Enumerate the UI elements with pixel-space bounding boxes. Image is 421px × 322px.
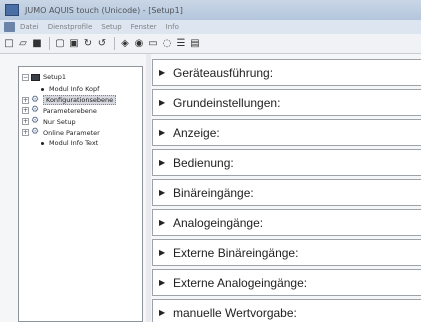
tree-item-label: Modul Info Kopf <box>49 85 100 93</box>
expand-arrow-icon: ▶ <box>159 277 166 287</box>
group-label: Anzeige: <box>173 125 220 140</box>
tree-root[interactable]: − Setup1 <box>22 73 66 81</box>
group-header-geraeteausfuehrung[interactable]: ▶ Geräteausführung: <box>152 59 421 86</box>
window-title: JUMO AQUIS touch (Unicode) - [Setup1] <box>25 5 183 15</box>
toolbar-separator <box>114 37 115 50</box>
open-folder-icon[interactable]: ▱ <box>17 38 29 50</box>
group-header-externe-binaereingaenge[interactable]: ▶ Externe Binäreingänge: <box>152 239 421 266</box>
group-label: Analogeingänge: <box>173 215 264 230</box>
group-header-manuelle-wertvorgabe[interactable]: ▶ manuelle Wertvorgabe: <box>152 299 421 322</box>
group-header-bedienung[interactable]: ▶ Bedienung: <box>152 149 421 176</box>
menu-fenster[interactable]: Fenster <box>131 23 157 31</box>
group-label: Externe Analogeingänge: <box>173 275 308 290</box>
expand-arrow-icon: ▶ <box>159 97 166 107</box>
expand-icon[interactable]: + <box>22 107 29 114</box>
expand-arrow-icon: ▶ <box>159 187 166 197</box>
transfer-to-device-icon[interactable]: ↻ <box>82 38 94 50</box>
group-label: Bedienung: <box>173 155 234 170</box>
group-header-analogeingaenge[interactable]: ▶ Analogeingänge: <box>152 209 421 236</box>
tree-item-nur-setup[interactable]: + ⚙ Nur Setup <box>22 117 76 126</box>
expand-icon[interactable]: + <box>22 96 29 104</box>
tree-item-label: Parameterebene <box>43 106 97 115</box>
group-label: Binäreingänge: <box>173 185 254 200</box>
collapse-icon[interactable]: − <box>22 73 29 81</box>
expand-arrow-icon: ▶ <box>159 217 166 227</box>
tree-item-label: Nur Setup <box>43 117 76 126</box>
tree-item-label: Modul Info Text <box>49 139 99 147</box>
tree-item-label: Konfigurationsebene <box>43 95 117 105</box>
tree-item-konfigurationsebene[interactable]: + ⚙ Konfigurationsebene <box>22 94 117 105</box>
bullet-icon <box>41 141 44 145</box>
parameter-groups-pane: ▶ Geräteausführung: ▶ Grundeinstellungen… <box>152 54 421 322</box>
save-icon[interactable]: ■ <box>31 38 43 50</box>
expand-arrow-icon: ▶ <box>159 247 166 257</box>
new-document-icon[interactable]: □ <box>3 38 15 50</box>
expand-icon[interactable]: + <box>22 129 29 136</box>
group-header-externe-analogeingaenge[interactable]: ▶ Externe Analogeingänge: <box>152 269 421 296</box>
expand-arrow-icon: ▶ <box>159 127 166 137</box>
tile-windows-icon[interactable]: ☰ <box>175 38 187 50</box>
tree-item-label: Online Parameter <box>43 128 100 137</box>
print-preview-icon[interactable]: ▢ <box>54 38 66 50</box>
settings-icon[interactable]: ◌ <box>161 38 173 50</box>
gear-icon: ⚙ <box>31 94 40 105</box>
tree-item-modul-info-text[interactable]: Modul Info Text <box>41 139 98 147</box>
group-label: Grundeinstellungen: <box>173 95 281 110</box>
menu-info[interactable]: Info <box>166 23 179 31</box>
tree-item-online-parameter[interactable]: + ⚙ Online Parameter <box>22 128 100 137</box>
menu-bar: Datei Dienstprofile Setup Fenster Info <box>0 20 421 34</box>
group-header-anzeige[interactable]: ▶ Anzeige: <box>152 119 421 146</box>
toolbar: □ ▱ ■ ▢ ▣ ↻ ↺ ◈ ◉ ▭ ◌ ☰ ▤ <box>0 34 421 54</box>
document-menu-icon[interactable] <box>4 22 15 32</box>
setup-tree[interactable]: − Setup1 Modul Info Kopf + ⚙ Konfigurati… <box>18 66 143 322</box>
tree-item-parameterebene[interactable]: + ⚙ Parameterebene <box>22 106 97 115</box>
group-label: manuelle Wertvorgabe: <box>173 305 297 320</box>
menu-dienstprofile[interactable]: Dienstprofile <box>48 23 93 31</box>
pane-splitter[interactable] <box>146 54 151 322</box>
application-window: JUMO AQUIS touch (Unicode) - [Setup1] Da… <box>0 0 421 322</box>
group-header-binaereingaenge[interactable]: ▶ Binäreingänge: <box>152 179 421 206</box>
expand-arrow-icon: ▶ <box>159 157 166 167</box>
tree-root-label: Setup1 <box>43 73 67 81</box>
group-header-grundeinstellungen[interactable]: ▶ Grundeinstellungen: <box>152 89 421 116</box>
tree-item-modul-info-kopf[interactable]: Modul Info Kopf <box>41 85 99 93</box>
title-bar[interactable]: JUMO AQUIS touch (Unicode) - [Setup1] <box>0 0 421 20</box>
app-icon <box>5 4 19 16</box>
menu-setup[interactable]: Setup <box>101 23 121 31</box>
expand-arrow-icon: ▶ <box>159 307 166 317</box>
window-icon[interactable]: ▤ <box>189 38 201 50</box>
toolbar-separator <box>49 37 50 50</box>
connect-icon[interactable]: ◈ <box>119 38 131 50</box>
print-icon[interactable]: ▣ <box>68 38 80 50</box>
online-icon[interactable]: ◉ <box>133 38 145 50</box>
transfer-from-device-icon[interactable]: ↺ <box>96 38 108 50</box>
bullet-icon <box>41 87 44 91</box>
gear-icon: ⚙ <box>31 105 40 115</box>
setup-document-icon <box>31 73 40 81</box>
menu-datei[interactable]: Datei <box>20 23 39 31</box>
chart-icon[interactable]: ▭ <box>147 38 159 50</box>
gear-icon: ⚙ <box>31 116 40 126</box>
group-label: Geräteausführung: <box>173 65 274 80</box>
group-label: Externe Binäreingänge: <box>173 245 299 260</box>
expand-arrow-icon: ▶ <box>159 67 166 77</box>
gear-icon: ⚙ <box>31 127 40 137</box>
expand-icon[interactable]: + <box>22 118 29 125</box>
